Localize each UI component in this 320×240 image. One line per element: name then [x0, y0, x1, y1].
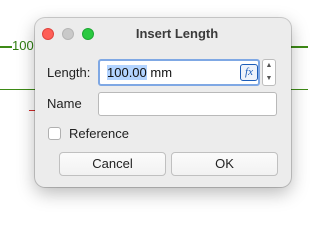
reference-label[interactable]: Reference — [69, 126, 129, 141]
length-value: 100.00 — [107, 65, 147, 80]
close-window-icon[interactable] — [42, 28, 54, 40]
ok-button[interactable]: OK — [171, 152, 278, 176]
stepper-up-icon[interactable]: ▲ — [263, 60, 275, 72]
insert-length-dialog: Insert Length Length: 100.00 mm fx ▲ ▼ N… — [35, 18, 291, 187]
formula-icon[interactable]: fx — [240, 64, 258, 81]
length-label: Length: — [47, 65, 91, 80]
title-bar[interactable]: Insert Length — [35, 18, 291, 48]
length-stepper[interactable]: ▲ ▼ — [262, 59, 276, 86]
length-unit: mm — [146, 65, 173, 80]
maximize-window-icon[interactable] — [82, 28, 94, 40]
sketch-line — [0, 46, 12, 48]
name-input[interactable] — [98, 92, 277, 116]
name-label: Name — [47, 96, 82, 111]
sketch-line — [0, 89, 40, 90]
dialog-title: Insert Length — [135, 26, 219, 41]
minimize-window-icon — [62, 28, 74, 40]
dimension-label: 100 — [12, 38, 34, 53]
length-value-text[interactable]: 100.00 mm — [107, 65, 172, 80]
reference-checkbox[interactable] — [48, 127, 61, 140]
length-input[interactable]: 100.00 mm fx — [98, 59, 260, 86]
cancel-button[interactable]: Cancel — [59, 152, 166, 176]
stepper-down-icon[interactable]: ▼ — [263, 73, 275, 85]
